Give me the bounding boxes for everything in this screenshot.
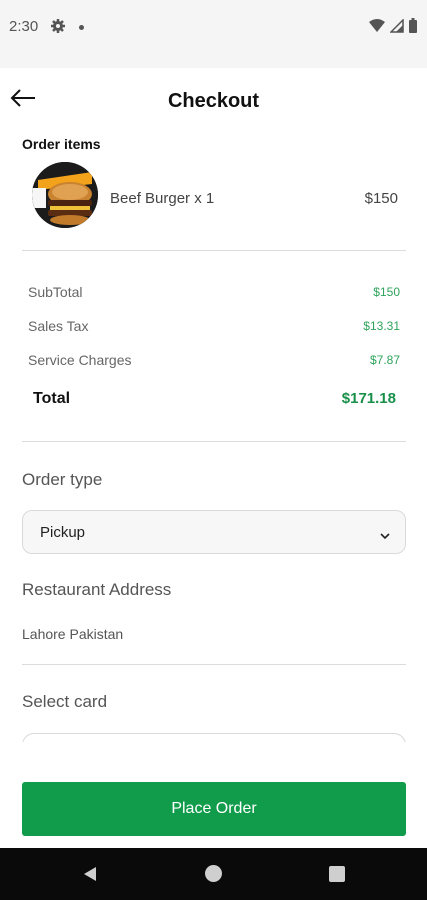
subtotal-label: SubTotal — [28, 284, 83, 300]
settings-gear-icon — [50, 18, 66, 39]
signal-icon — [389, 17, 404, 38]
total-value: $171.18 — [341, 390, 396, 407]
order-item[interactable]: Beef Burger x 1 $150 — [22, 162, 406, 228]
nav-recents-icon[interactable] — [329, 866, 345, 882]
burger-image — [32, 162, 98, 228]
place-order-button[interactable]: Place Order — [22, 782, 406, 836]
service-charges-label: Service Charges — [28, 352, 132, 368]
divider — [22, 250, 406, 251]
app-bar: Checkout — [0, 68, 427, 132]
page-title: Checkout — [167, 90, 260, 112]
battery-icon — [409, 18, 417, 38]
scroll-fade — [0, 742, 427, 782]
service-charges-value: $7.87 — [369, 353, 400, 367]
restaurant-address: Lahore Pakistan — [22, 626, 124, 642]
select-card-heading: Select card — [22, 692, 108, 711]
subtotal-value: $150 — [373, 285, 400, 299]
sales-tax-value: $13.31 — [363, 319, 400, 333]
item-name: Beef Burger x 1 — [110, 190, 215, 207]
order-type-heading: Order type — [22, 470, 103, 489]
restaurant-address-heading: Restaurant Address — [22, 580, 172, 599]
total-label: Total — [33, 390, 71, 407]
service-charges-row: Service Charges $7.87 — [28, 352, 400, 372]
order-type-value: Pickup — [40, 524, 86, 541]
status-bar: 2:30 — [0, 0, 427, 68]
divider — [22, 664, 406, 665]
nav-back-icon[interactable] — [82, 866, 98, 887]
notification-dot-icon — [79, 25, 84, 30]
total-row: Total $171.18 — [28, 390, 400, 410]
order-type-select[interactable]: Pickup — [22, 510, 406, 554]
status-icons — [369, 17, 417, 38]
status-time: 2:30 — [9, 18, 39, 35]
subtotal-row: SubTotal $150 — [28, 284, 400, 304]
system-nav-bar — [0, 848, 427, 900]
divider — [22, 441, 406, 442]
chevron-down-icon — [379, 527, 391, 545]
sales-tax-row: Sales Tax $13.31 — [28, 318, 400, 338]
nav-home-icon[interactable] — [205, 865, 222, 882]
order-items-label: Order items — [22, 136, 101, 152]
sales-tax-label: Sales Tax — [28, 318, 89, 334]
wifi-icon — [369, 18, 385, 38]
item-price: $150 — [364, 190, 398, 207]
